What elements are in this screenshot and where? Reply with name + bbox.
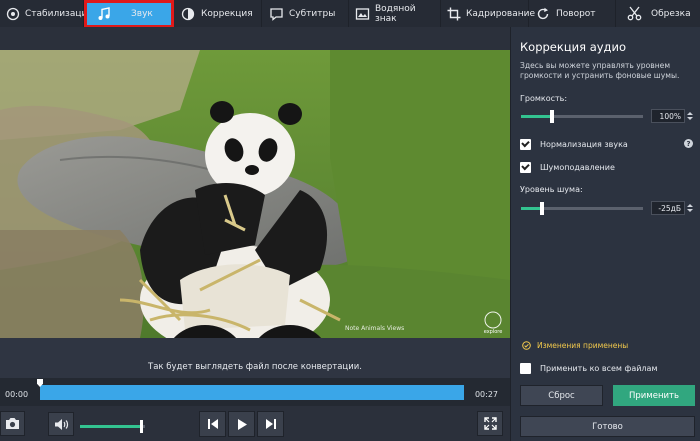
- tab-trim[interactable]: Обрезка: [616, 0, 700, 27]
- video-watermark-text: Note Animals Views: [345, 325, 404, 332]
- apply-all-checkbox[interactable]: [520, 363, 531, 374]
- video-preview: Note Animals Views explore: [0, 50, 510, 338]
- stabilization-icon: [6, 6, 20, 22]
- noise-level-slider[interactable]: [521, 202, 643, 215]
- apply-all-label: Применить ко всем файлам: [540, 364, 658, 373]
- noise-level-fill: [521, 207, 542, 210]
- tab-rotate-label: Поворот: [556, 8, 596, 19]
- normalize-checkbox[interactable]: [520, 139, 531, 150]
- normalize-label: Нормализация звука: [540, 140, 628, 149]
- noise-level-label: Уровень шума:: [520, 185, 583, 194]
- denoise-label: Шумоподавление: [540, 163, 615, 172]
- volume-value-field[interactable]: 100%: [651, 109, 685, 123]
- tab-correction-label: Коррекция: [201, 8, 253, 19]
- apply-button[interactable]: Применить: [613, 385, 695, 406]
- play-button[interactable]: [228, 411, 255, 437]
- preview-caption: Так будет выглядеть файл после конвертац…: [148, 362, 362, 372]
- panel-title: Коррекция аудио: [520, 40, 627, 54]
- volume-slider[interactable]: [80, 420, 145, 433]
- music-note-icon: [96, 6, 112, 22]
- camera-icon: [6, 418, 19, 429]
- toolbar: Стабилизация Звук Коррекция Субтитры Вод…: [0, 0, 700, 28]
- tab-rotate[interactable]: Поворот: [529, 0, 616, 27]
- subtitles-icon: [268, 6, 284, 22]
- panel-volume-thumb[interactable]: [550, 110, 554, 123]
- denoise-checkbox[interactable]: [520, 162, 531, 173]
- playback-controls: [0, 406, 510, 441]
- caption-area: [0, 338, 510, 378]
- snapshot-button[interactable]: [0, 411, 25, 436]
- spin-up-icon[interactable]: [686, 112, 693, 115]
- tab-stabilization[interactable]: Стабилизация: [0, 0, 93, 27]
- volume-spinner[interactable]: [686, 109, 693, 123]
- skip-forward-icon: [265, 419, 276, 429]
- tab-sound-label: Звук: [131, 8, 153, 19]
- tab-crop-label: Кадрирование: [466, 8, 535, 19]
- watermark-icon: [355, 6, 370, 22]
- reset-button[interactable]: Сброс: [520, 385, 603, 406]
- mute-button[interactable]: [48, 412, 74, 436]
- speaker-icon: [54, 418, 68, 430]
- check-circle-icon: [522, 341, 531, 350]
- preview-top-margin: [0, 27, 510, 50]
- scissors-icon: [626, 6, 642, 22]
- next-button[interactable]: [257, 411, 284, 437]
- tab-stabilization-label: Стабилизация: [25, 8, 93, 19]
- fullscreen-icon: [483, 417, 497, 430]
- color-correction-icon: [180, 6, 196, 22]
- timeline-track[interactable]: [40, 385, 464, 400]
- play-icon: [237, 418, 247, 430]
- video-frame-image: Note Animals Views explore: [0, 50, 510, 338]
- tab-crop[interactable]: Кадрирование: [441, 0, 535, 27]
- skip-back-icon: [207, 419, 218, 429]
- explore-logo-text: explore: [484, 329, 503, 335]
- panel-volume-slider[interactable]: [521, 110, 643, 123]
- spin-down-icon[interactable]: [686, 209, 693, 212]
- volume-slider-fill: [80, 425, 142, 428]
- panel-volume-fill: [521, 115, 552, 118]
- tab-correction[interactable]: Коррекция: [174, 0, 262, 27]
- rotate-icon: [535, 6, 551, 22]
- timeline-start-time: 00:00: [5, 390, 29, 399]
- tab-subtitles[interactable]: Субтитры: [262, 0, 349, 27]
- panel-description: Здесь вы можете управлять уровнем громко…: [520, 61, 680, 80]
- changes-applied-text: Изменения применены: [537, 341, 629, 350]
- timeline-end-time: 00:27: [474, 390, 498, 399]
- volume-label: Громкость:: [520, 94, 568, 103]
- previous-button[interactable]: [199, 411, 226, 437]
- tab-watermark-label: Водяной знак: [375, 3, 416, 24]
- noise-level-thumb[interactable]: [540, 202, 544, 215]
- audio-correction-panel: Коррекция аудио Здесь вы можете управлят…: [510, 27, 700, 441]
- tab-subtitles-label: Субтитры: [289, 8, 336, 19]
- tab-watermark[interactable]: Водяной знак: [349, 0, 441, 27]
- noise-value-field[interactable]: -25дБ: [651, 201, 685, 215]
- tab-sound[interactable]: Звук: [84, 0, 174, 27]
- changes-applied-status: Изменения применены: [522, 341, 628, 350]
- spin-up-icon[interactable]: [686, 204, 693, 207]
- tab-trim-label: Обрезка: [651, 8, 691, 19]
- help-icon[interactable]: ?: [684, 139, 693, 148]
- volume-slider-thumb[interactable]: [140, 420, 143, 433]
- spin-down-icon[interactable]: [686, 117, 693, 120]
- noise-spinner[interactable]: [686, 201, 693, 215]
- timeline: 00:00 00:27: [0, 378, 510, 406]
- crop-icon: [447, 6, 461, 22]
- fullscreen-button[interactable]: [477, 411, 503, 436]
- done-button[interactable]: Готово: [520, 416, 695, 437]
